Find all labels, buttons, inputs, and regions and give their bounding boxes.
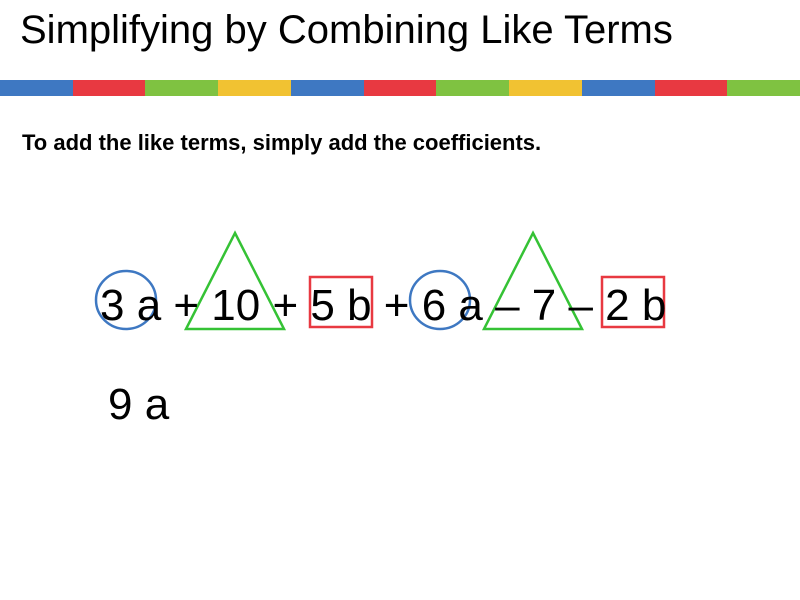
stripe-segment xyxy=(0,80,73,96)
stripe-segment xyxy=(291,80,364,96)
stripe-segment xyxy=(655,80,728,96)
expression-area: 3 a + 10 + 5 b + 6 a – 7 – 2 b xyxy=(100,225,700,355)
page-title: Simplifying by Combining Like Terms xyxy=(20,8,673,53)
answer-text: 9 a xyxy=(108,380,169,430)
stripe-segment xyxy=(509,80,582,96)
stripe-segment xyxy=(727,80,800,96)
color-stripe xyxy=(0,80,800,96)
expression-text: 3 a + 10 + 5 b + 6 a – 7 – 2 b xyxy=(100,281,666,331)
stripe-segment xyxy=(145,80,218,96)
stripe-segment xyxy=(218,80,291,96)
stripe-segment xyxy=(73,80,146,96)
stripe-segment xyxy=(436,80,509,96)
stripe-segment xyxy=(364,80,437,96)
instruction-text: To add the like terms, simply add the co… xyxy=(22,130,541,156)
stripe-segment xyxy=(582,80,655,96)
slide: Simplifying by Combining Like Terms To a… xyxy=(0,0,800,600)
